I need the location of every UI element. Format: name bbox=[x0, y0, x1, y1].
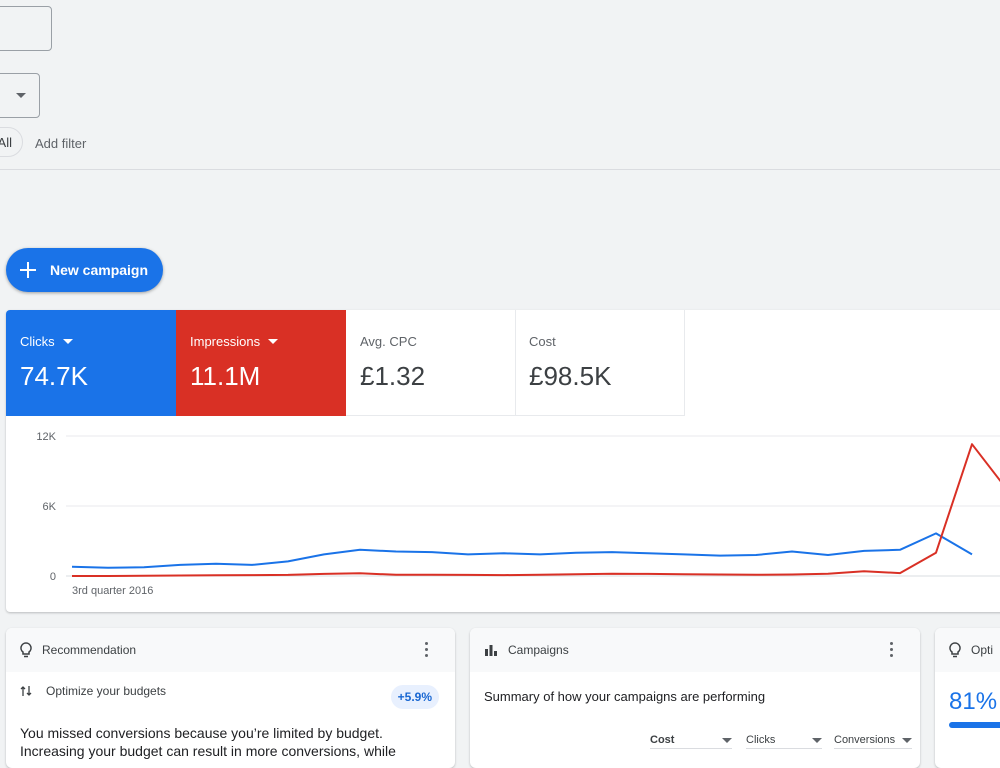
metric-value: £98.5K bbox=[529, 361, 612, 391]
bar-chart-icon bbox=[485, 645, 497, 656]
metric-label: Impressions bbox=[190, 334, 261, 349]
metric-cost[interactable]: Cost £98.5K bbox=[515, 310, 685, 416]
series-line-clicks bbox=[71, 532, 973, 569]
new-campaign-button[interactable]: New campaign bbox=[6, 248, 163, 292]
plus-icon bbox=[20, 262, 36, 278]
metric-dropdown-cost[interactable]: Cost bbox=[650, 734, 732, 749]
performance-chart-card: Clicks 74.7K Impressions 11.1M Avg. CPC … bbox=[6, 310, 1000, 612]
chevron-down-icon bbox=[722, 737, 732, 743]
y-tick-label: 6K bbox=[43, 501, 57, 513]
add-filter-link[interactable]: Add filter bbox=[35, 136, 86, 151]
optimization-score-bar bbox=[949, 722, 1000, 728]
lightbulb-icon bbox=[20, 642, 32, 658]
optimization-score: 81% bbox=[949, 688, 998, 715]
recommendation-text: You missed conversions because you’re li… bbox=[20, 725, 396, 759]
uplift-badge: +5.9% bbox=[390, 685, 439, 709]
metric-value: £1.32 bbox=[360, 361, 426, 391]
sort-arrows-icon bbox=[20, 686, 32, 696]
lightbulb-icon bbox=[949, 642, 961, 658]
filter-input[interactable] bbox=[0, 6, 52, 51]
chevron-down-icon bbox=[902, 737, 912, 743]
y-tick-label: 0 bbox=[50, 571, 56, 583]
metric-value: 74.7K bbox=[20, 361, 88, 391]
filter-chip-all[interactable]: All bbox=[0, 127, 23, 157]
card-title: Recommendation bbox=[42, 643, 137, 657]
metric-clicks[interactable]: Clicks 74.7K bbox=[6, 310, 176, 416]
chevron-down-icon bbox=[16, 93, 26, 98]
metric-label: Clicks bbox=[20, 334, 55, 349]
chevron-down-icon bbox=[812, 737, 822, 743]
metric-impressions[interactable]: Impressions 11.1M bbox=[176, 310, 346, 416]
dropdown-label: Clicks bbox=[746, 734, 776, 746]
metric-label: Avg. CPC bbox=[360, 334, 417, 349]
campaigns-summary: Summary of how your campaigns are perfor… bbox=[484, 689, 766, 704]
chevron-down-icon bbox=[268, 339, 279, 344]
more-options-icon[interactable] bbox=[425, 642, 429, 658]
card-title: Campaigns bbox=[508, 643, 569, 657]
more-options-icon[interactable] bbox=[890, 642, 894, 658]
metric-avg-cpc[interactable]: Avg. CPC £1.32 bbox=[346, 310, 516, 416]
divider bbox=[0, 169, 1000, 170]
card-title: Opti bbox=[971, 643, 994, 657]
dropdown-label: Conversions bbox=[834, 734, 896, 746]
new-campaign-label: New campaign bbox=[50, 262, 149, 278]
metric-label: Cost bbox=[529, 334, 556, 349]
line-chart: 12K 6K 0 3rd quarter 2016 bbox=[36, 431, 1000, 597]
filter-select[interactable] bbox=[0, 73, 40, 118]
series-line-impressions bbox=[72, 443, 1000, 577]
metric-dropdown-conversions[interactable]: Conversions bbox=[834, 734, 912, 749]
x-axis-label: 3rd quarter 2016 bbox=[72, 585, 153, 597]
dropdown-label: Cost bbox=[650, 734, 675, 746]
metric-value: 11.1M bbox=[190, 361, 261, 391]
metric-dropdown-clicks[interactable]: Clicks bbox=[746, 734, 822, 749]
optimization-score-card: Opti 81% bbox=[935, 628, 1000, 768]
recommendation-title: Optimize your budgets bbox=[46, 684, 167, 698]
recommendation-card: Recommendation Optimize your budgets +5.… bbox=[6, 628, 455, 768]
campaigns-card: Campaigns Summary of how your campaigns … bbox=[470, 628, 920, 768]
chevron-down-icon bbox=[62, 339, 73, 344]
y-tick-label: 12K bbox=[36, 431, 56, 443]
